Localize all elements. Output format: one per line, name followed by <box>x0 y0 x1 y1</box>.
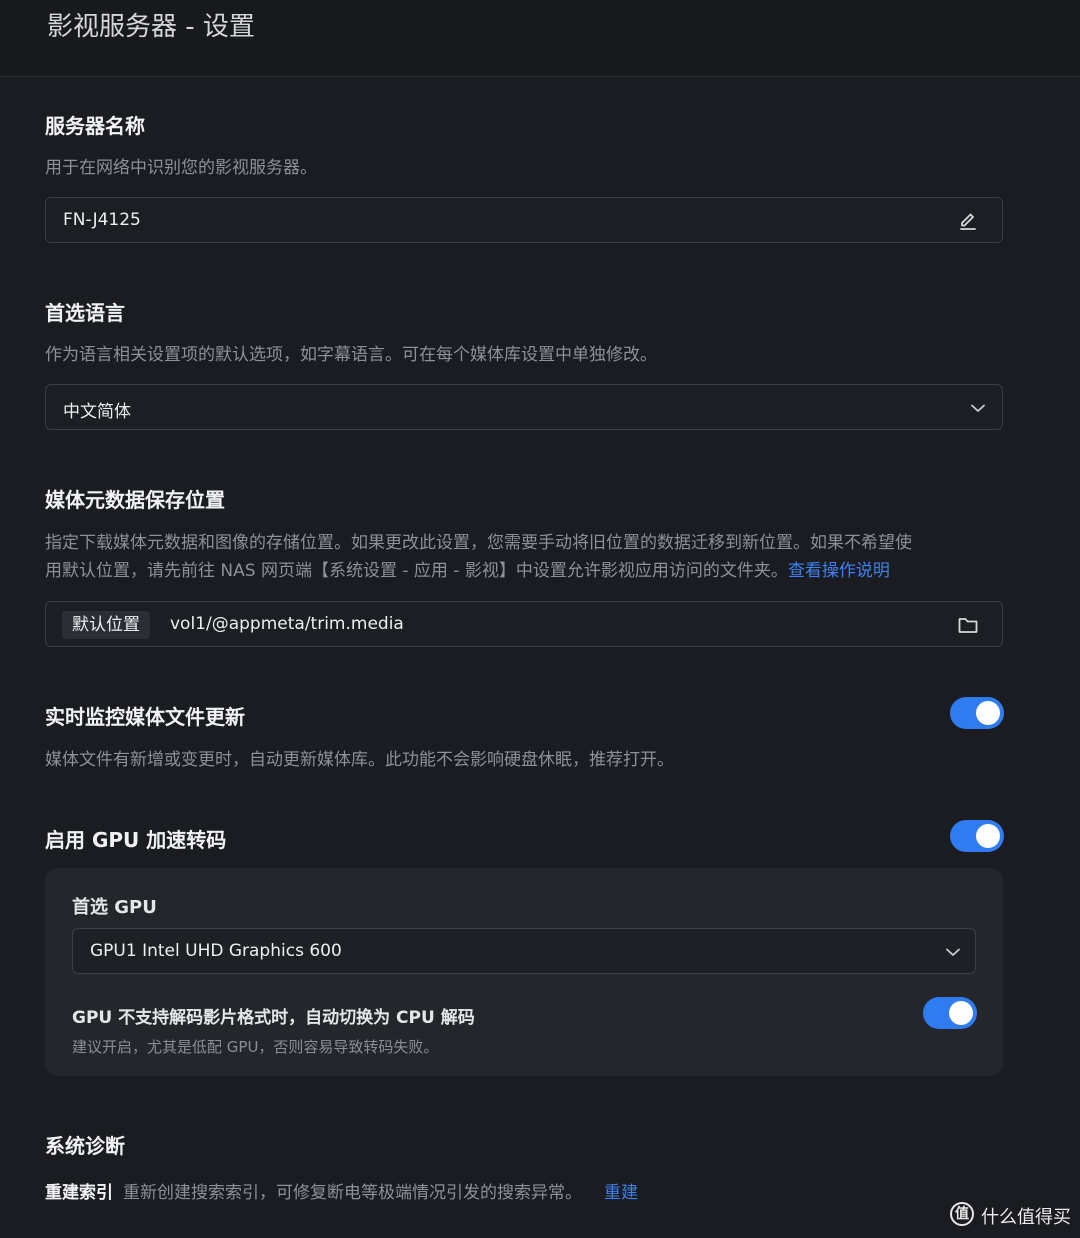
monitor-title: 实时监控媒体文件更新 <box>45 705 245 729</box>
metadata-description-line1: 指定下载媒体元数据和图像的存储位置。如果更改此设置，您需要手动将旧位置的数据迁移… <box>45 533 912 553</box>
help-link[interactable]: 查看操作说明 <box>788 561 890 581</box>
language-select[interactable]: 中文简体 <box>45 384 1003 430</box>
rebuild-index-label: 重建索引 <box>45 1183 113 1203</box>
monitor-description: 媒体文件有新增或变更时，自动更新媒体库。此功能不会影响硬盘休眠，推荐打开。 <box>45 750 674 770</box>
preferred-gpu-value: GPU1 Intel UHD Graphics 600 <box>90 941 342 961</box>
chevron-down-icon <box>966 396 990 420</box>
metadata-title: 媒体元数据保存位置 <box>45 488 225 512</box>
language-selected-value: 中文简体 <box>63 402 131 422</box>
rebuild-index-row: 重建索引 重新创建搜索索引，可修复断电等极端情况引发的搜索异常。 重建 <box>45 1178 638 1203</box>
location-tag: 默认位置 <box>62 611 150 639</box>
preferred-gpu-label: 首选 GPU <box>72 897 157 918</box>
metadata-description-line2-row: 用默认位置，请先前往 NAS 网页端【系统设置 - 应用 - 影视】中设置允许影… <box>45 557 1025 585</box>
folder-icon[interactable] <box>956 613 980 637</box>
server-name-field[interactable]: FN-J4125 <box>45 197 1003 243</box>
language-description: 作为语言相关设置项的默认选项，如字幕语言。可在每个媒体库设置中单独修改。 <box>45 345 657 365</box>
metadata-description: 指定下载媒体元数据和图像的存储位置。如果更改此设置，您需要手动将旧位置的数据迁移… <box>45 529 1025 585</box>
language-title: 首选语言 <box>45 301 125 325</box>
monitor-toggle[interactable] <box>950 697 1004 729</box>
server-name-value: FN-J4125 <box>63 210 141 230</box>
cpu-fallback-label: GPU 不支持解码影片格式时，自动切换为 CPU 解码 <box>72 1008 475 1028</box>
edit-icon[interactable] <box>956 209 980 233</box>
toggle-knob <box>976 701 1000 725</box>
watermark-logo-icon: 值 <box>950 1202 974 1226</box>
chevron-down-icon <box>941 940 965 964</box>
cpu-fallback-description: 建议开启，尤其是低配 GPU，否则容易导致转码失败。 <box>72 1038 439 1056</box>
page-header: 影视服务器 - 设置 <box>0 0 1080 77</box>
cpu-fallback-toggle[interactable] <box>923 997 977 1029</box>
page-title: 影视服务器 - 设置 <box>47 12 255 42</box>
metadata-description-line2: 用默认位置，请先前往 NAS 网页端【系统设置 - 应用 - 影视】中设置允许影… <box>45 561 788 581</box>
rebuild-index-description: 重新创建搜索索引，可修复断电等极端情况引发的搜索异常。 <box>123 1183 582 1203</box>
preferred-gpu-select[interactable]: GPU1 Intel UHD Graphics 600 <box>72 928 976 974</box>
gpu-settings-panel: 首选 GPU GPU1 Intel UHD Graphics 600 GPU 不… <box>45 868 1003 1076</box>
rebuild-link[interactable]: 重建 <box>604 1183 638 1203</box>
diagnostics-title: 系统诊断 <box>45 1134 125 1158</box>
gpu-toggle[interactable] <box>950 820 1004 852</box>
toggle-knob <box>976 824 1000 848</box>
server-name-description: 用于在网络中识别您的影视服务器。 <box>45 158 317 178</box>
watermark-text: 什么值得买 <box>981 1207 1071 1228</box>
toggle-knob <box>949 1001 973 1025</box>
gpu-title: 启用 GPU 加速转码 <box>45 828 227 852</box>
metadata-path: vol1/@appmeta/trim.media <box>170 614 404 634</box>
server-name-title: 服务器名称 <box>45 114 145 138</box>
metadata-location-field[interactable]: 默认位置 vol1/@appmeta/trim.media <box>45 601 1003 647</box>
